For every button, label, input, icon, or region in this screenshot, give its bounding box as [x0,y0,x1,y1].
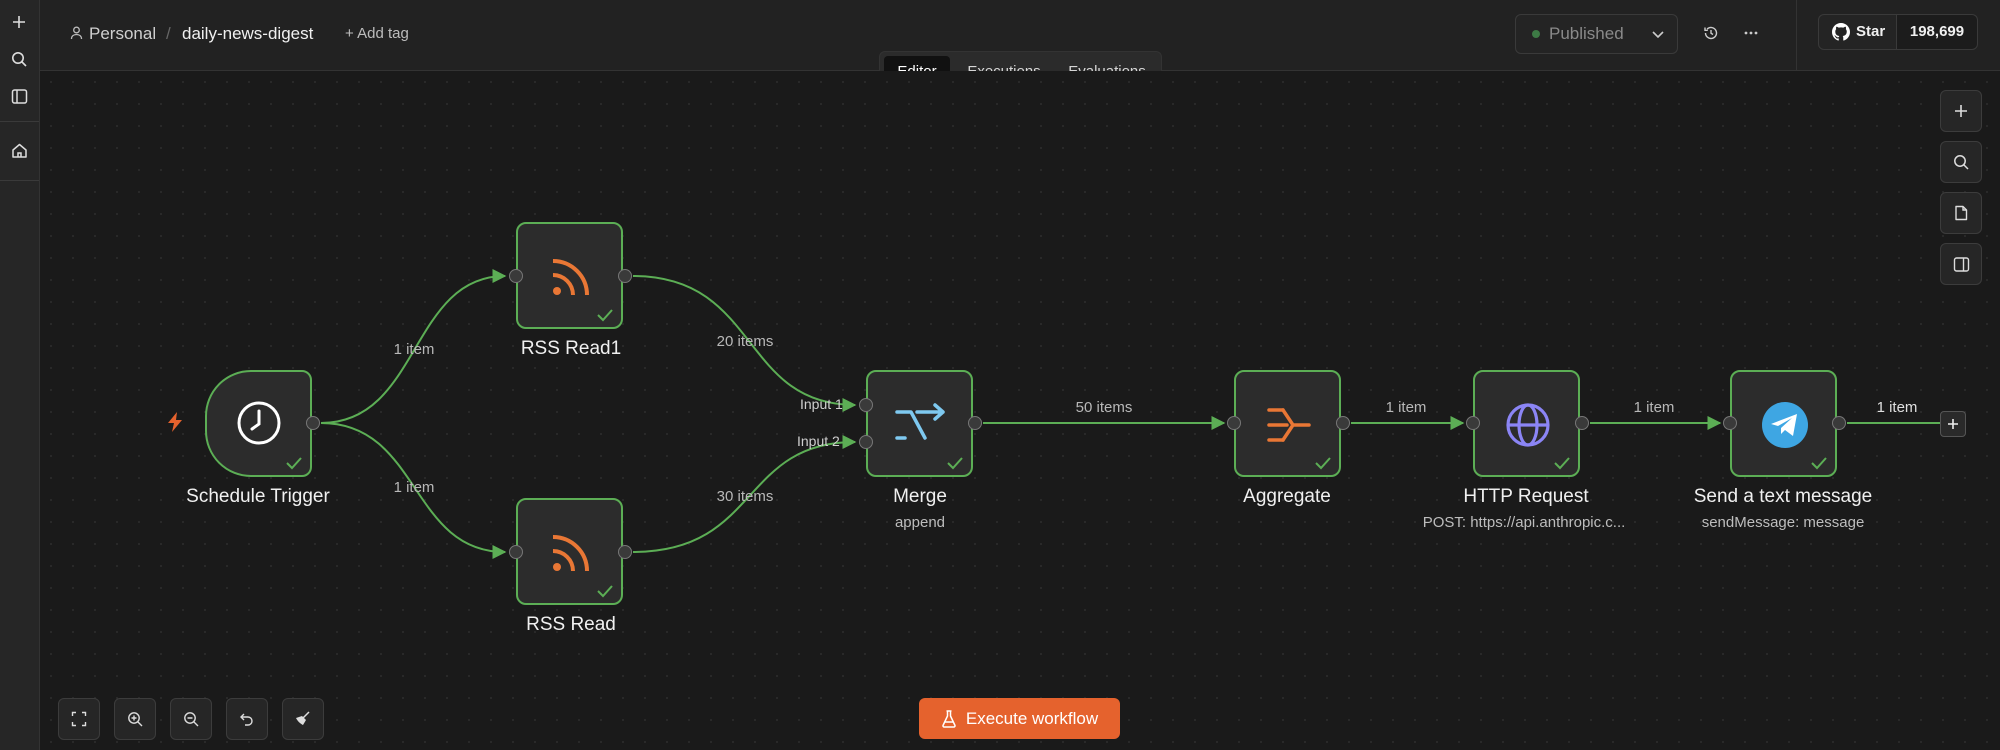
plus-icon [1948,419,1958,429]
fit-view-icon [71,711,87,727]
node-label-http-request: HTTP Request [1463,486,1589,507]
trigger-bolt-icon [168,412,182,432]
input-port[interactable] [1227,416,1241,430]
merge-input-1-label: Input 1 [800,396,843,412]
rss-icon [552,535,589,572]
zoom-out-icon [183,711,198,726]
success-check-icon [1554,457,1570,470]
node-schedule-trigger[interactable] [205,370,312,477]
output-port[interactable] [1575,416,1589,430]
sticky-note-button[interactable] [1940,192,1982,234]
input-port-2[interactable] [859,435,873,449]
node-http-request[interactable] [1473,370,1580,477]
output-port[interactable] [306,416,320,430]
edge-label-schedule-rss1: 1 item [393,341,435,358]
output-port[interactable] [1336,416,1350,430]
node-merge[interactable] [866,370,973,477]
sticky-note-icon [1955,205,1968,221]
node-label-send-text-message: Send a text message [1693,486,1873,507]
search-icon [1953,154,1969,170]
node-subtitle-send-text-message: sendMessage: message [1701,514,1865,531]
execute-workflow-label: Execute workflow [965,708,1099,728]
undo-button[interactable] [226,698,268,740]
node-label-schedule-trigger: Schedule Trigger [186,486,330,507]
node-aggregate[interactable] [1234,370,1341,477]
tidy-up-button[interactable] [282,698,324,740]
input-port[interactable] [1723,416,1737,430]
add-node-button[interactable] [1940,90,1982,132]
node-label-aggregate: Aggregate [1243,486,1331,507]
merge-input-2-label: Input 2 [797,433,840,449]
telegram-icon [1762,402,1808,448]
node-send-text-message[interactable] [1730,370,1837,477]
success-check-icon [1315,457,1331,470]
node-subtitle-merge: append [894,514,946,531]
output-port[interactable] [968,416,982,430]
input-port[interactable] [509,545,523,559]
clock-icon [237,401,281,445]
toggle-panel-button[interactable] [1940,243,1982,285]
aggregate-icon [1267,408,1311,442]
node-rss-read1[interactable] [516,222,623,329]
search-nodes-button[interactable] [1940,141,1982,183]
output-port[interactable] [1832,416,1846,430]
success-check-icon [947,457,963,470]
merge-icon [895,403,945,440]
node-label-rss-read1: RSS Read1 [520,338,622,359]
zoom-out-button[interactable] [170,698,212,740]
success-check-icon [597,585,613,598]
broom-icon [296,711,310,725]
edge-label-aggregate-http: 1 item [1385,399,1427,416]
input-port[interactable] [509,269,523,283]
output-port[interactable] [618,269,632,283]
fit-view-button[interactable] [58,698,100,740]
edge-label-schedule-rss: 1 item [393,479,435,496]
node-label-merge: Merge [893,486,947,507]
success-check-icon [286,457,302,470]
flask-icon [942,709,956,728]
globe-icon [1506,403,1550,447]
node-label-rss-read: RSS Read [526,614,616,635]
edge-label-http-telegram: 1 item [1633,399,1675,416]
edge-label-telegram-out: 1 item [1876,399,1918,416]
panel-icon [1953,256,1969,272]
success-check-icon [1811,457,1827,470]
success-check-icon [597,309,613,322]
plus-icon [1955,105,1967,117]
input-port-1[interactable] [859,398,873,412]
edge-label-merge-aggregate: 50 items [1075,399,1133,416]
add-next-node-button[interactable] [1940,411,1966,437]
zoom-in-icon [127,711,142,726]
node-subtitle-http-request: POST: https://api.anthropic.c... [1422,514,1626,531]
zoom-in-button[interactable] [114,698,156,740]
input-port[interactable] [1466,416,1480,430]
edge-label-rss-merge: 30 items [716,488,774,505]
node-rss-read[interactable] [516,498,623,605]
edge-label-rss1-merge: 20 items [716,333,774,350]
execute-workflow-button[interactable]: Execute workflow [919,698,1120,739]
rss-icon [552,259,589,296]
undo-icon [240,713,253,726]
output-port[interactable] [618,545,632,559]
